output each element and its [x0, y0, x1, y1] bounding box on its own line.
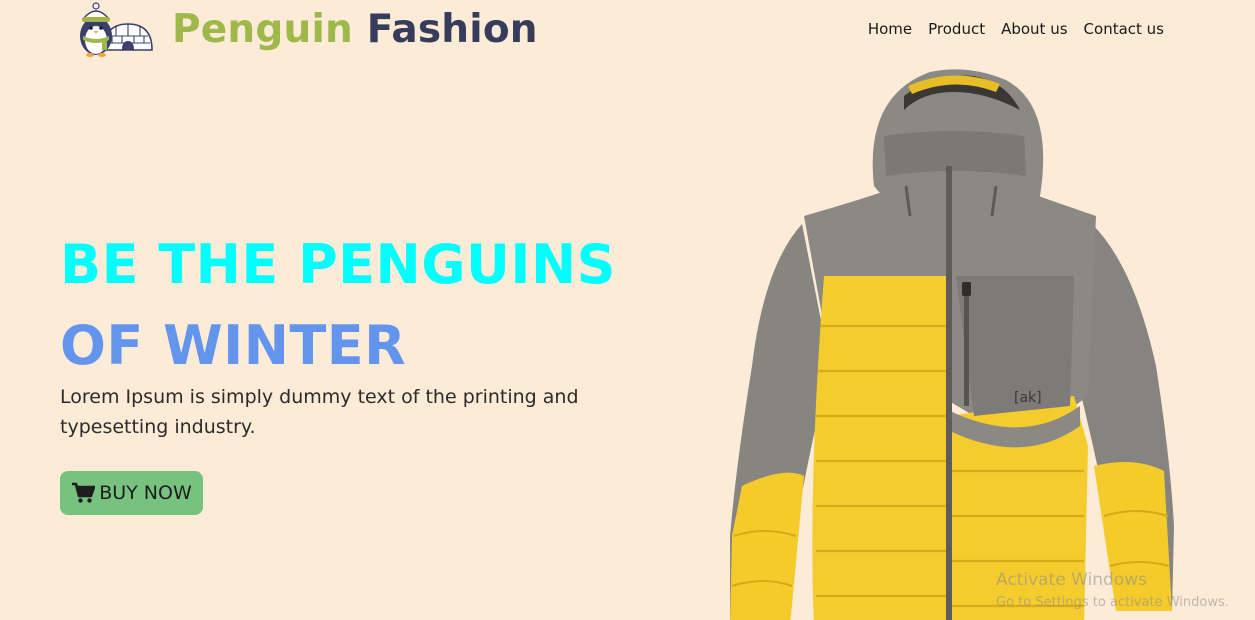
hero-description: Lorem Ipsum is simply dummy text of the …	[60, 386, 579, 438]
nav-about-us[interactable]: About us	[1001, 19, 1067, 39]
activate-windows-watermark: Activate Windows Go to Settings to activ…	[996, 569, 1229, 612]
nav-contact-us[interactable]: Contact us	[1084, 19, 1164, 39]
buy-now-label: BUY NOW	[99, 482, 192, 504]
nav-home[interactable]: Home	[868, 19, 912, 39]
hero-title-line-1: BE THE PENGUINS	[60, 233, 617, 296]
jacket-brand-mark: [ak]	[1014, 390, 1042, 406]
nav-product[interactable]: Product	[928, 19, 985, 39]
brand-word-fashion: Fashion	[366, 7, 538, 52]
puffer-jacket-image[interactable]: [ak]	[724, 66, 1180, 620]
hero-title: BE THE PENGUINS OF WINTER	[60, 224, 616, 386]
brand-name[interactable]: Penguin Fashion	[172, 6, 538, 54]
brand-word-penguin: Penguin	[172, 7, 354, 52]
watermark-subtitle: Go to Settings to activate Windows.	[996, 595, 1229, 610]
watermark-title: Activate Windows	[996, 570, 1147, 590]
buy-now-button[interactable]: BUY NOW	[60, 471, 203, 515]
landing-page: Penguin Fashion Home Product About us Co…	[0, 0, 1255, 620]
penguin-igloo-logo[interactable]	[64, 0, 156, 60]
shopping-cart-icon	[72, 482, 96, 503]
hero-title-line-2: OF WINTER	[60, 314, 407, 377]
main-nav: Home Product About us Contact us	[868, 19, 1164, 39]
